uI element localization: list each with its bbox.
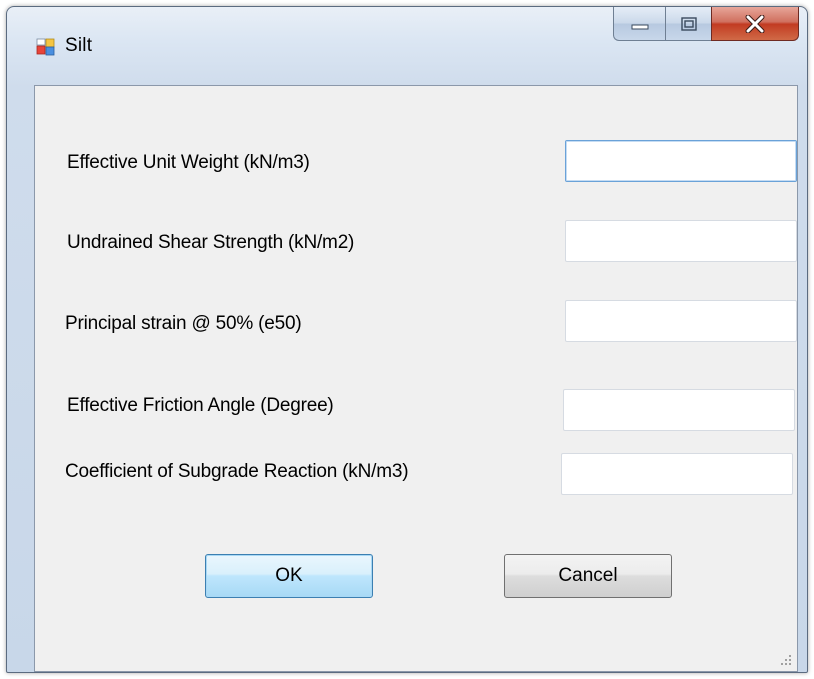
dialog-window: Silt Effective Unit Weight (kN/m3) Undra… [6,6,808,673]
window-title: Silt [65,35,93,56]
app-icon [36,38,55,56]
close-icon [745,14,765,33]
minimize-icon [631,24,648,29]
principal-strain-label: Principal strain @ 50% (e50) [65,313,302,334]
friction-angle-label: Effective Friction Angle (Degree) [67,395,334,416]
principal-strain-field[interactable] [565,300,797,342]
unit-weight-label: Effective Unit Weight (kN/m3) [67,152,310,173]
friction-angle-field[interactable] [563,389,795,431]
subgrade-reaction-label: Coefficient of Subgrade Reaction (kN/m3) [65,461,409,482]
unit-weight-field[interactable] [565,140,797,182]
shear-strength-label: Undrained Shear Strength (kN/m2) [67,232,355,253]
minimize-button[interactable] [613,7,665,41]
resize-grip-icon[interactable] [779,653,793,667]
title-bar[interactable]: Silt [7,7,807,85]
restore-icon [680,16,697,31]
dialog-client-area: Effective Unit Weight (kN/m3) Undrained … [34,85,798,672]
subgrade-reaction-field[interactable] [561,453,793,495]
shear-strength-field[interactable] [565,220,797,262]
caption-buttons [613,7,799,43]
close-button[interactable] [711,7,799,41]
cancel-button[interactable]: Cancel [504,554,672,598]
maximize-button[interactable] [665,7,711,41]
ok-button[interactable]: OK [205,554,373,598]
